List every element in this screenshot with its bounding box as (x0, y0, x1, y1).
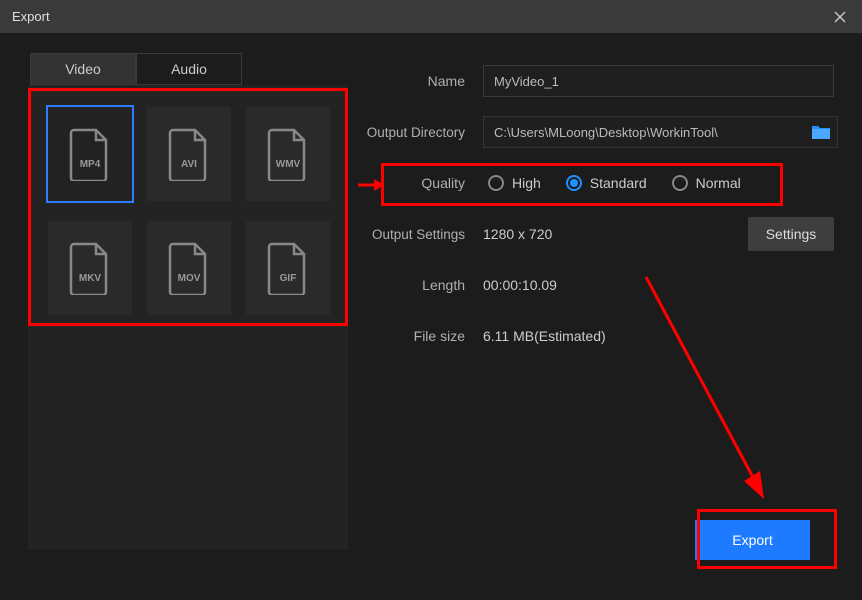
quality-radio-normal[interactable]: Normal (672, 175, 741, 191)
window-title: Export (12, 9, 830, 24)
tab-audio[interactable]: Audio (136, 53, 242, 85)
svg-text:MOV: MOV (178, 273, 201, 284)
label-file-size: File size (363, 328, 483, 344)
tab-video[interactable]: Video (30, 53, 136, 85)
format-tile-mov[interactable]: MOV (147, 221, 231, 315)
quality-radio-standard[interactable]: Standard (566, 175, 647, 191)
svg-text:MP4: MP4 (80, 159, 101, 170)
quality-radio-group: High Standard Normal (483, 175, 834, 191)
file-icon: MOV (167, 241, 211, 295)
format-tile-wmv[interactable]: WMV (246, 107, 330, 201)
output-settings-value: 1280 x 720 (483, 226, 748, 242)
format-tile-gif[interactable]: GIF (246, 221, 330, 315)
file-icon: MP4 (68, 127, 112, 181)
svg-text:WMV: WMV (276, 159, 301, 170)
file-size-value: 6.11 MB(Estimated) (483, 328, 834, 344)
label-output-dir: Output Directory (363, 125, 483, 140)
label-quality: Quality (363, 175, 483, 191)
label-output-settings: Output Settings (363, 227, 483, 242)
close-icon (834, 11, 846, 23)
format-tile-avi[interactable]: AVI (147, 107, 231, 201)
close-button[interactable] (830, 7, 850, 27)
file-icon: GIF (266, 241, 310, 295)
file-icon: AVI (167, 127, 211, 181)
svg-text:GIF: GIF (280, 273, 297, 284)
format-tile-mp4[interactable]: MP4 (48, 107, 132, 201)
format-tabs: Video Audio (30, 53, 353, 85)
quality-high-label: High (512, 175, 541, 191)
quality-normal-label: Normal (696, 175, 741, 191)
settings-button[interactable]: Settings (748, 217, 834, 251)
label-length: Length (363, 277, 483, 293)
svg-text:MKV: MKV (79, 273, 102, 284)
file-icon: WMV (266, 127, 310, 181)
quality-radio-high[interactable]: High (488, 175, 541, 191)
svg-text:AVI: AVI (181, 159, 197, 170)
format-grid: MP4 AVI WMV MKV MOV GIF (28, 85, 348, 550)
output-dir-input[interactable] (483, 116, 838, 148)
export-button[interactable]: Export (695, 520, 810, 560)
quality-standard-label: Standard (590, 175, 647, 191)
folder-icon (811, 124, 831, 140)
label-name: Name (363, 73, 483, 89)
length-value: 00:00:10.09 (483, 277, 834, 293)
format-tile-mkv[interactable]: MKV (48, 221, 132, 315)
file-icon: MKV (68, 241, 112, 295)
titlebar: Export (0, 0, 862, 33)
browse-folder-button[interactable] (808, 119, 834, 145)
name-input[interactable] (483, 65, 834, 97)
